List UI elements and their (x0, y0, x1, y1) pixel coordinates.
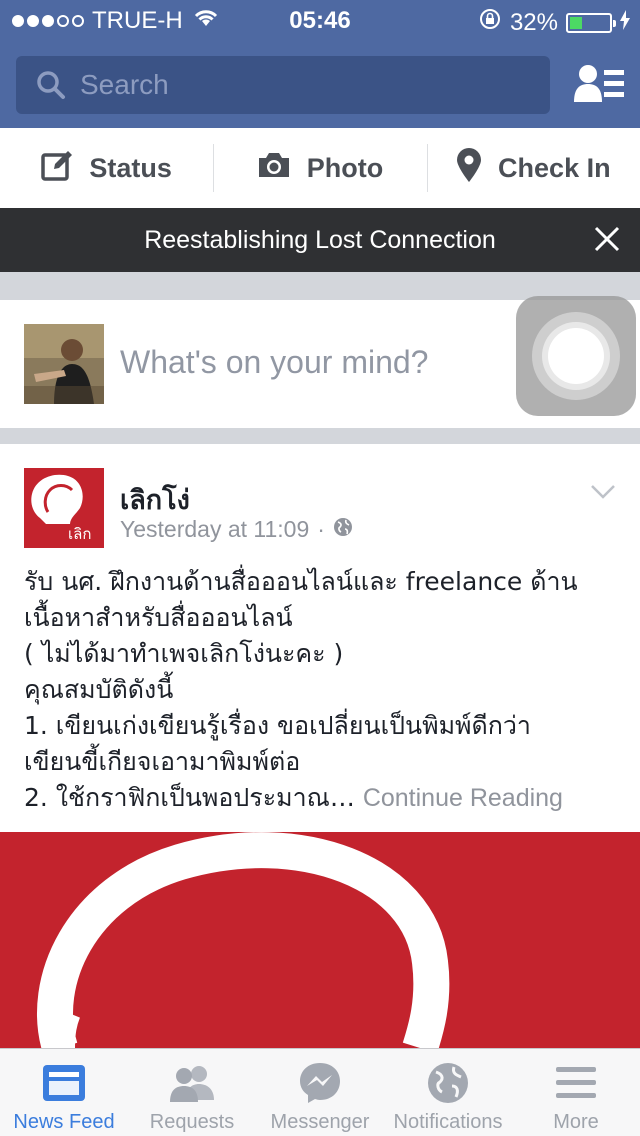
battery-icon (566, 12, 616, 33)
globe-icon (427, 1061, 469, 1105)
tab-messenger[interactable]: Messenger (256, 1049, 384, 1136)
post-line: ( ไม่ได้มาทำเพจเลิกโง่นะคะ ) (24, 639, 344, 668)
globe-icon (333, 516, 353, 543)
continue-reading-link[interactable]: Continue Reading (363, 784, 563, 812)
tab-label: Messenger (270, 1111, 370, 1133)
edit-icon (41, 149, 73, 188)
battery-percent: 32% (509, 8, 558, 36)
tab-label: News Feed (13, 1111, 115, 1133)
post-line: เขียนขี้เกียจเอามาพิมพ์ต่อ (24, 747, 301, 776)
messenger-icon (298, 1061, 342, 1105)
post-line: คุณสมบัติดังนี้ (24, 675, 174, 704)
tab-label: Notifications (393, 1111, 503, 1133)
post-line: รับ นศ. ฝึกงานด้านสื่อออนไลน์และ freelan… (24, 567, 578, 596)
feed-post: เลิกโง่ เลิกโง่ Yesterday at 11:09 · รับ… (0, 444, 640, 832)
banner-text: Reestablishing Lost Connection (144, 225, 496, 254)
location-pin-icon (456, 147, 482, 189)
tab-news-feed[interactable]: News Feed (0, 1049, 128, 1136)
charging-icon (620, 9, 630, 37)
rotation-lock-icon (478, 7, 502, 38)
close-icon[interactable] (594, 226, 620, 259)
separator-dot: · (317, 516, 325, 542)
photo-button[interactable]: Photo (213, 128, 426, 208)
status-button[interactable]: Status (0, 128, 213, 208)
page-avatar[interactable]: เลิกโง่ (24, 468, 104, 548)
post-line: 1. เขียนเก่งเขียนรู้เรื่อง ขอเปลี่ยนเป็น… (24, 711, 531, 740)
search-input[interactable]: Search (16, 56, 550, 114)
check-in-button[interactable]: Check In (426, 128, 640, 208)
post-line-last: 2. ใช้กราฟิกเป็นพอประมาณ… Continue Readi… (24, 780, 624, 816)
nav-header: TRUE-H 05:46 32% Search (0, 0, 640, 128)
page-avatar-text: เลิกโง่ (68, 525, 92, 543)
post-timestamp[interactable]: Yesterday at 11:09 (120, 516, 309, 543)
chevron-down-icon[interactable] (590, 484, 616, 505)
search-icon (36, 70, 66, 100)
tab-label: More (553, 1111, 599, 1133)
post-body: รับ นศ. ฝึกงานด้านสื่อออนไลน์และ freelan… (24, 564, 624, 816)
composer-placeholder: What's on your mind? (120, 344, 429, 380)
tab-label: Requests (149, 1111, 235, 1133)
news-feed-icon (42, 1061, 86, 1105)
requests-icon (168, 1061, 216, 1105)
post-author[interactable]: เลิกโง่ (120, 478, 190, 521)
tab-more[interactable]: More (512, 1049, 640, 1136)
tab-notifications[interactable]: Notifications (384, 1049, 512, 1136)
friends-list-icon[interactable] (574, 64, 626, 109)
status-bar: TRUE-H 05:46 32% (0, 0, 640, 40)
composer-actions: Status Photo Check In (0, 128, 640, 208)
post-line-last-text: 2. ใช้กราฟิกเป็นพอประมาณ… (24, 783, 355, 812)
post-line: เนื้อหาสำหรับสื่อออนไลน์ (24, 603, 293, 632)
tab-requests[interactable]: Requests (128, 1049, 256, 1136)
search-placeholder: Search (80, 69, 169, 100)
post-image[interactable] (0, 832, 640, 1048)
post-meta: Yesterday at 11:09 · (120, 516, 353, 543)
connection-banner: Reestablishing Lost Connection (0, 208, 640, 272)
tab-bar: News Feed Requests Messenger Notificatio… (0, 1048, 640, 1136)
menu-icon (556, 1061, 596, 1105)
avatar (24, 324, 104, 404)
camera-icon (257, 151, 291, 186)
assistive-touch-button[interactable] (516, 296, 636, 416)
